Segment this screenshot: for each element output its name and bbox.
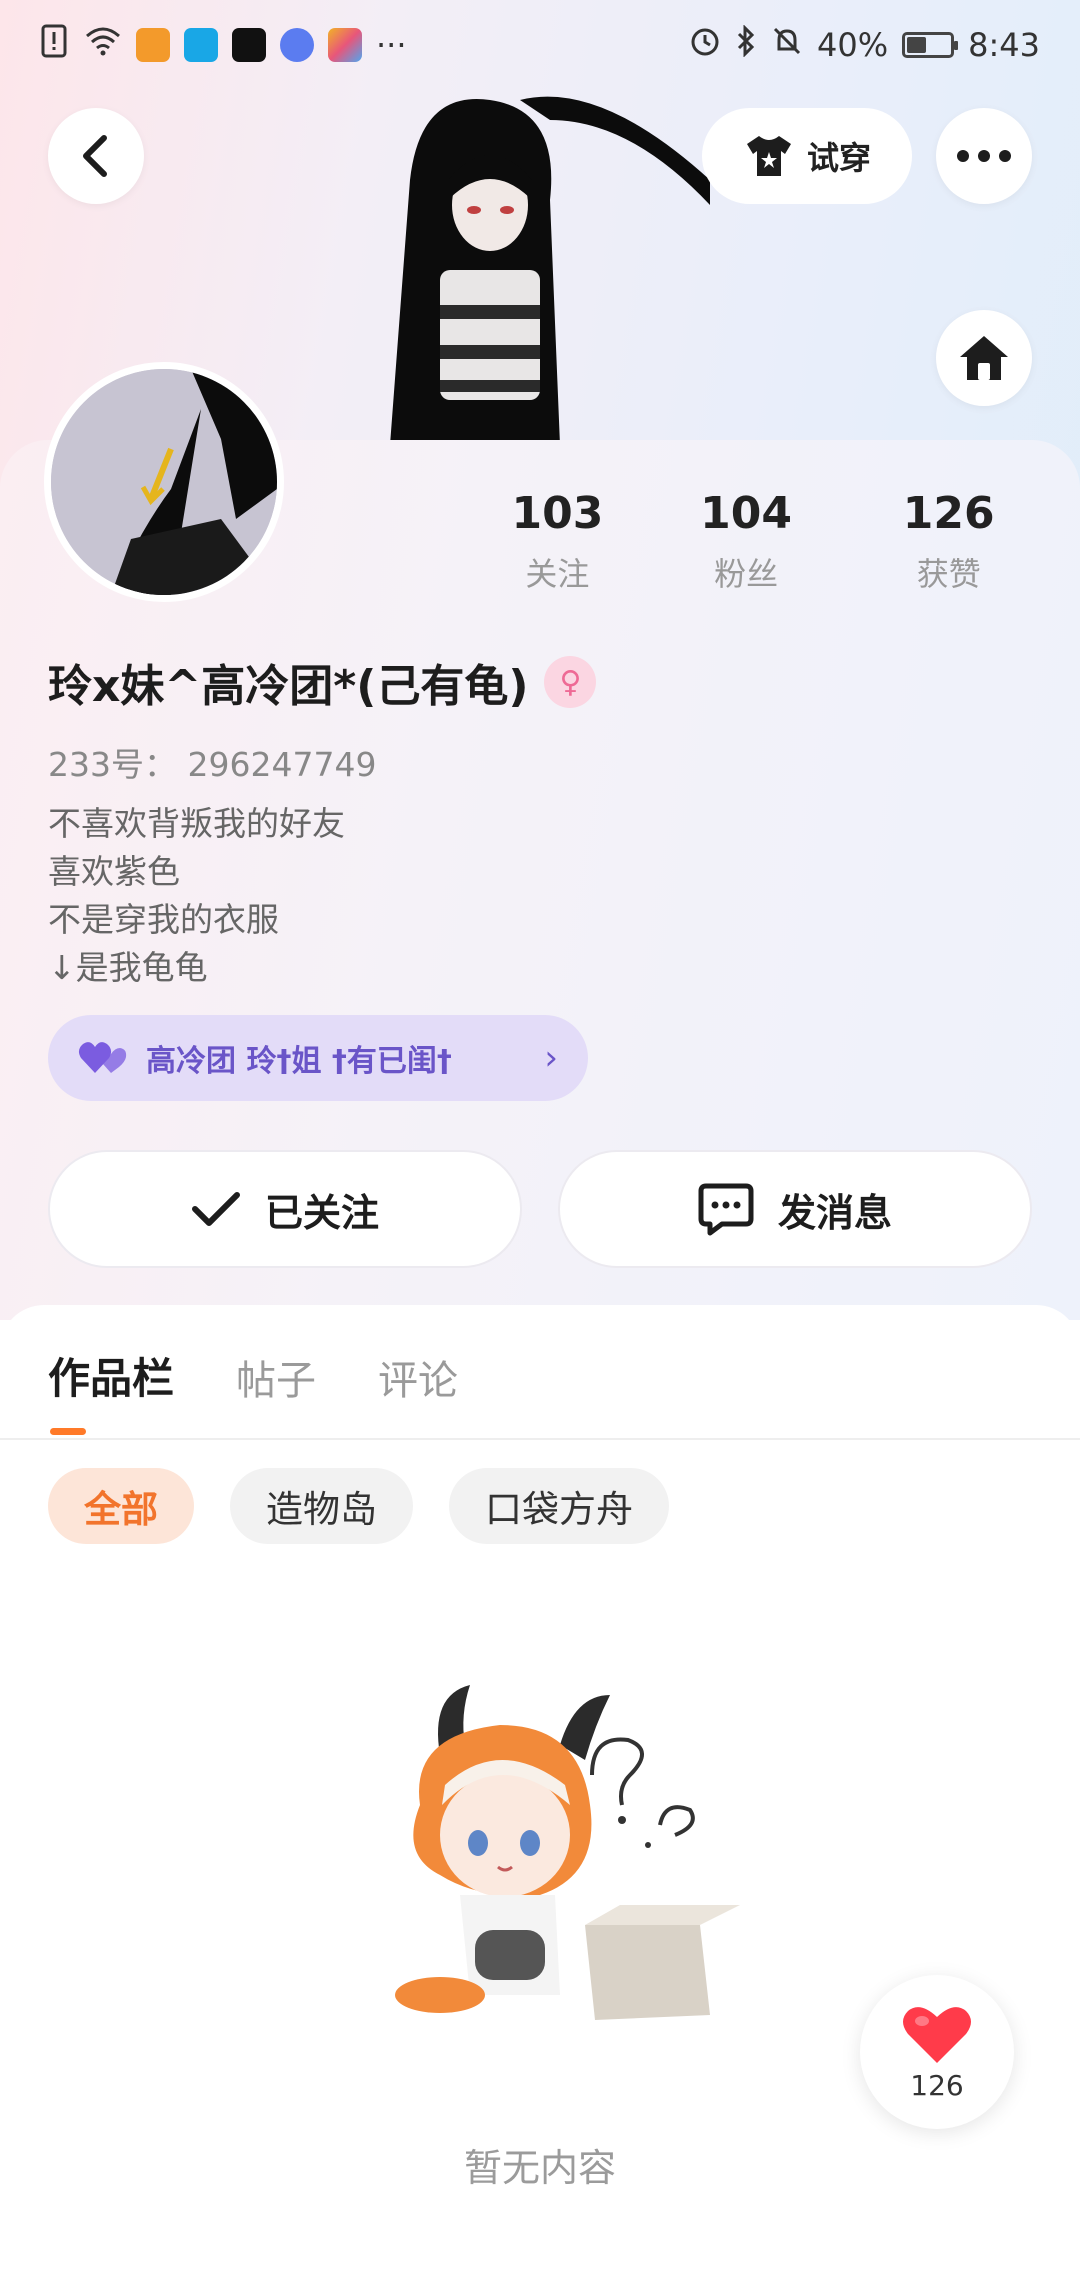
group-chip[interactable]: 高冷团 玲†姐 †有已闺† › [48,1015,588,1101]
bio-line: 不喜欢背叛我的好友 [48,804,345,843]
group-chip-label: 高冷团 玲†姐 †有已闺† [146,1044,452,1079]
status-bar-left: ··· [40,24,407,66]
music-app-icon [280,28,314,62]
bio-line: ↓是我龟龟 [48,948,208,987]
female-icon: ♀ [544,656,597,708]
mute-icon [771,25,803,65]
more-notifications-indicator: ··· [376,26,407,64]
back-button[interactable] [48,108,144,204]
followed-button[interactable]: 已关注 [48,1150,522,1268]
bio-line: 不是穿我的衣服 [48,900,279,939]
filter-all[interactable]: 全部 [48,1468,194,1544]
filter-chips: 全部 造物岛 口袋方舟 [48,1468,669,1544]
filter-pocket-ark[interactable]: 口袋方舟 [449,1468,669,1544]
profile-name: 玲x妹^高冷团*(己有龟) [48,661,529,712]
status-bar-right: 40% 8:43 [689,24,1040,65]
try-on-label: 试穿 [806,139,871,177]
bio-line: 喜欢紫色 [48,852,180,891]
tab-works[interactable]: 作品栏 [48,1345,174,1406]
content-section: 作品栏 帖子 评论 全部 造物岛 口袋方舟 暂无内容 [0,1305,1080,2280]
like-count: 126 [910,2068,964,2102]
chevron-left-icon [83,135,107,177]
app-notification-icon-3 [232,28,266,62]
likes-stat[interactable]: 126 获赞 [847,488,1050,595]
message-label: 发消息 [777,1190,892,1235]
tab-posts[interactable]: 帖子 [236,1348,316,1406]
following-stat[interactable]: 103 关注 [470,488,645,595]
likes-label: 获赞 [916,555,981,593]
avatar-character-art[interactable] [370,80,710,445]
profile-stats: 103 关注 104 粉丝 126 获赞 [470,488,1050,595]
more-dots-icon [957,150,1011,162]
empty-state-text: 暂无内容 [463,2146,616,2190]
alarm-icon [689,25,721,65]
status-bar: ··· 40% 8:43 [0,0,1080,90]
user-id: 233号： 296247749 [48,745,377,784]
app-notification-icon-5 [328,28,362,62]
tabs-divider [0,1438,1080,1440]
followers-label: 粉丝 [714,555,779,593]
wifi-icon [84,26,122,64]
filter-creation-island[interactable]: 造物岛 [230,1468,413,1544]
try-on-button[interactable]: 试穿 [702,108,912,204]
home-icon [960,336,1008,380]
content-tabs: 作品栏 帖子 评论 [48,1345,458,1406]
name-row: 玲x妹^高冷团*(己有龟) ♀ [48,650,597,714]
chat-icon [698,1183,754,1236]
followers-count: 104 [700,488,793,539]
following-label: 关注 [525,555,590,593]
followed-label: 已关注 [264,1190,379,1235]
clock-time: 8:43 [968,26,1040,64]
shirt-icon [746,136,791,176]
like-button[interactable]: 126 [860,1975,1014,2129]
more-button[interactable] [936,108,1032,204]
alert-icon [40,24,70,66]
check-icon [191,1192,240,1226]
home-button[interactable] [936,310,1032,406]
active-tab-indicator [50,1428,86,1435]
heart-icon [903,2006,971,2063]
avatar-image [51,369,277,595]
app-notification-icon-1 [136,28,170,62]
message-button[interactable]: 发消息 [558,1150,1032,1268]
tab-comments[interactable]: 评论 [378,1348,458,1406]
battery-percent: 40% [817,26,889,64]
app-notification-icon-2 [184,28,218,62]
following-count: 103 [511,488,604,539]
likes-count: 126 [902,488,995,539]
profile-bio: 不喜欢背叛我的好友 喜欢紫色 不是穿我的衣服 ↓是我龟龟 [48,800,345,992]
chevron-right-icon: › [544,1038,558,1078]
followers-stat[interactable]: 104 粉丝 [645,488,848,595]
bluetooth-icon [735,24,757,65]
empty-state-illustration [395,1685,740,2020]
avatar[interactable] [44,362,284,602]
double-heart-icon [78,1042,127,1073]
battery-icon [902,32,959,58]
